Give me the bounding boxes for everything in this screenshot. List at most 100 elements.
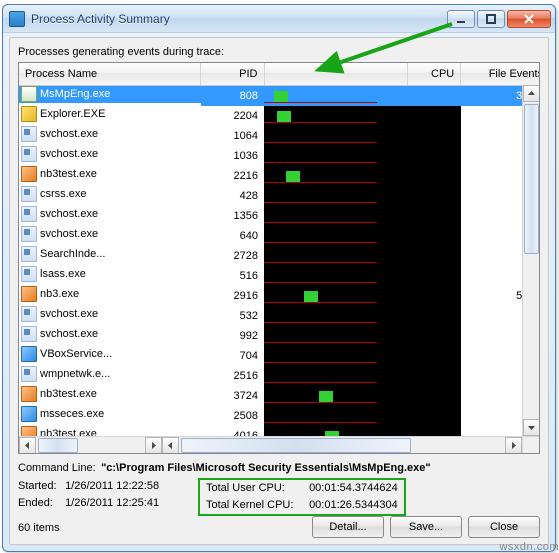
pid-cell: 2204 bbox=[201, 106, 264, 126]
cpu-graph-cell bbox=[264, 306, 407, 326]
detail-button[interactable]: Detail... bbox=[312, 516, 384, 538]
scroll-thumb[interactable] bbox=[524, 104, 539, 254]
process-name: svchost.exe bbox=[40, 148, 98, 160]
cpu-cell bbox=[407, 326, 460, 346]
cpu-cell bbox=[407, 266, 460, 286]
scroll-left-icon[interactable] bbox=[162, 437, 179, 454]
scroll-left-icon[interactable] bbox=[19, 437, 36, 454]
cpu-cell bbox=[407, 166, 460, 186]
table-row[interactable]: csrss.exe428105 bbox=[19, 186, 540, 206]
col-cpu-graph[interactable] bbox=[264, 63, 407, 85]
table-row[interactable]: svchost.exe1064497 bbox=[19, 126, 540, 146]
pid-cell: 2516 bbox=[201, 366, 264, 386]
table-row[interactable]: svchost.exe53260 bbox=[19, 306, 540, 326]
cpu-cell bbox=[407, 126, 460, 146]
table-row[interactable]: SearchInde...2728483 bbox=[19, 246, 540, 266]
close-button-dialog[interactable]: Close bbox=[468, 516, 540, 538]
items-count: 60 items bbox=[18, 522, 60, 534]
table-row[interactable]: svchost.exe99220 bbox=[19, 326, 540, 346]
hscrollbar-left[interactable] bbox=[19, 436, 162, 453]
process-name: MsMpEng.exe bbox=[40, 88, 110, 100]
table-row[interactable]: MsMpEng.exe8083,087 bbox=[19, 85, 540, 106]
hscrollbar-right[interactable] bbox=[162, 436, 522, 453]
pid-cell: 2508 bbox=[201, 406, 264, 426]
table-row[interactable]: svchost.exe1036116 bbox=[19, 146, 540, 166]
scroll-right-icon[interactable] bbox=[505, 437, 522, 454]
process-icon bbox=[21, 126, 37, 142]
summary-panel: Command Line: "c:\Program Files\Microsof… bbox=[18, 462, 540, 516]
cpu-cell bbox=[407, 186, 460, 206]
col-cpu[interactable]: CPU bbox=[407, 63, 460, 85]
cpu-graph-cell bbox=[264, 266, 407, 286]
cpu-graph-cell bbox=[264, 346, 407, 366]
scroll-thumb[interactable] bbox=[38, 438, 78, 453]
scroll-down-icon[interactable] bbox=[523, 419, 540, 436]
header-row: Process Name PID CPU File Events File Ev… bbox=[19, 63, 540, 85]
started-value: 1/26/2011 12:22:58 bbox=[65, 480, 159, 492]
cpu-graph-cell bbox=[264, 186, 407, 206]
cpu-graph-cell bbox=[264, 226, 407, 246]
process-name: SearchInde... bbox=[40, 248, 105, 260]
cpu-graph-cell bbox=[264, 206, 407, 226]
cpu-graph-cell bbox=[264, 246, 407, 266]
cpu-graph-cell bbox=[264, 286, 407, 306]
save-button[interactable]: Save... bbox=[390, 516, 462, 538]
process-name: svchost.exe bbox=[40, 208, 98, 220]
cpu-cell bbox=[407, 366, 460, 386]
scroll-up-icon[interactable] bbox=[523, 85, 540, 102]
minimize-button[interactable] bbox=[447, 10, 475, 28]
process-name: wmpnetwk.e... bbox=[40, 368, 110, 380]
process-icon bbox=[21, 266, 37, 282]
process-icon bbox=[21, 326, 37, 342]
process-name: svchost.exe bbox=[40, 128, 98, 140]
cpu-graph-cell bbox=[264, 326, 407, 346]
cpu-cell bbox=[407, 306, 460, 326]
pid-cell: 2916 bbox=[201, 286, 264, 306]
table-row[interactable]: nb3.exe29165,230 bbox=[19, 286, 540, 306]
cpu-totals-box: Total User CPU: 00:01:54.3744624 Total K… bbox=[198, 478, 406, 516]
scrollbar-corner bbox=[522, 436, 539, 453]
ended-value: 1/26/2011 12:25:41 bbox=[65, 497, 159, 509]
cpu-cell bbox=[407, 386, 460, 406]
window-frame: Process Activity Summary Processes gener… bbox=[2, 4, 556, 552]
process-name: svchost.exe bbox=[40, 308, 98, 320]
table-row[interactable]: nb3test.exe2216111 bbox=[19, 166, 540, 186]
pid-cell: 808 bbox=[201, 85, 264, 106]
scroll-right-icon[interactable] bbox=[145, 437, 162, 454]
process-icon bbox=[21, 246, 37, 262]
col-process-name[interactable]: Process Name bbox=[19, 63, 201, 85]
process-name: msseces.exe bbox=[40, 408, 104, 420]
table-row[interactable]: svchost.exe6400 bbox=[19, 226, 540, 246]
table-row[interactable]: svchost.exe13569 bbox=[19, 206, 540, 226]
table-row[interactable]: VBoxService...7040 bbox=[19, 346, 540, 366]
process-icon bbox=[21, 186, 37, 202]
col-pid[interactable]: PID bbox=[201, 63, 264, 85]
table-row[interactable]: Explorer.EXE2204983 bbox=[19, 106, 540, 126]
pid-cell: 3724 bbox=[201, 386, 264, 406]
process-name: lsass.exe bbox=[40, 268, 86, 280]
scroll-thumb[interactable] bbox=[181, 438, 411, 453]
col-file-events[interactable]: File Events bbox=[461, 63, 540, 85]
table-row[interactable]: msseces.exe25080 bbox=[19, 406, 540, 426]
table-row[interactable]: nb3test.exe372411 bbox=[19, 386, 540, 406]
vscrollbar[interactable] bbox=[522, 85, 539, 436]
cpu-graph-cell bbox=[264, 126, 407, 146]
pid-cell: 640 bbox=[201, 226, 264, 246]
cpu-cell bbox=[407, 146, 460, 166]
window-title: Process Activity Summary bbox=[31, 12, 447, 26]
cpu-cell bbox=[407, 406, 460, 426]
table-row[interactable]: wmpnetwk.e...251669 bbox=[19, 366, 540, 386]
close-button[interactable] bbox=[507, 10, 551, 28]
process-icon bbox=[21, 106, 37, 122]
process-name: svchost.exe bbox=[40, 328, 98, 340]
started-label: Started: bbox=[18, 478, 62, 495]
process-icon bbox=[21, 226, 37, 242]
process-icon bbox=[21, 166, 37, 182]
titlebar[interactable]: Process Activity Summary bbox=[3, 5, 555, 33]
process-name: nb3test.exe bbox=[40, 388, 97, 400]
process-listview[interactable]: Process Name PID CPU File Events File Ev… bbox=[18, 62, 540, 454]
table-row[interactable]: lsass.exe51610 bbox=[19, 266, 540, 286]
maximize-button[interactable] bbox=[477, 10, 505, 28]
cpu-graph-cell bbox=[264, 106, 407, 126]
cpu-graph-cell bbox=[264, 406, 407, 426]
